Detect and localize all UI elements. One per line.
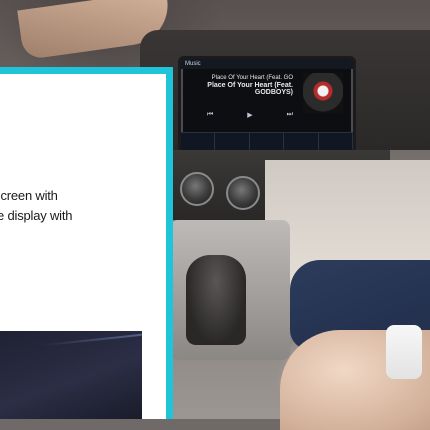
feature-line-2: -wide display with: [0, 208, 73, 223]
now-playing-artist: Place Of Your Heart (Feat. GO: [211, 75, 293, 81]
infotainment-screen: Music Place Of Your Heart (Feat. GO Plac…: [178, 56, 356, 154]
softkey: [181, 133, 216, 151]
album-art: [303, 73, 343, 113]
playback-controls: ⏮ ▶ ⏭: [207, 111, 293, 121]
now-playing-title: Place Of Your Heart (Feat. GODBOYS): [207, 82, 293, 96]
card-thumbnail: [0, 331, 142, 419]
softkey: [250, 133, 285, 151]
gear-shifter: [186, 255, 246, 345]
now-playing: Place Of Your Heart (Feat. GO Place Of Y…: [207, 75, 293, 96]
feature-text: tre Screen with -wide display with: [0, 186, 160, 226]
screen-topbar: Music: [181, 59, 353, 69]
screen-softkeys: [181, 132, 353, 151]
feature-card: tre Screen with -wide display with: [0, 67, 173, 419]
climate-knob-left: [180, 172, 214, 206]
softkey: [284, 133, 319, 151]
next-icon: ⏭: [286, 111, 293, 118]
softkey: [215, 133, 250, 151]
softkey: [319, 133, 353, 151]
feature-line-1: tre Screen with: [0, 188, 58, 203]
climate-knob-middle: [226, 176, 260, 210]
play-icon: ▶: [247, 112, 253, 119]
drink-cup: [386, 325, 422, 379]
previous-icon: ⏮: [207, 111, 214, 118]
